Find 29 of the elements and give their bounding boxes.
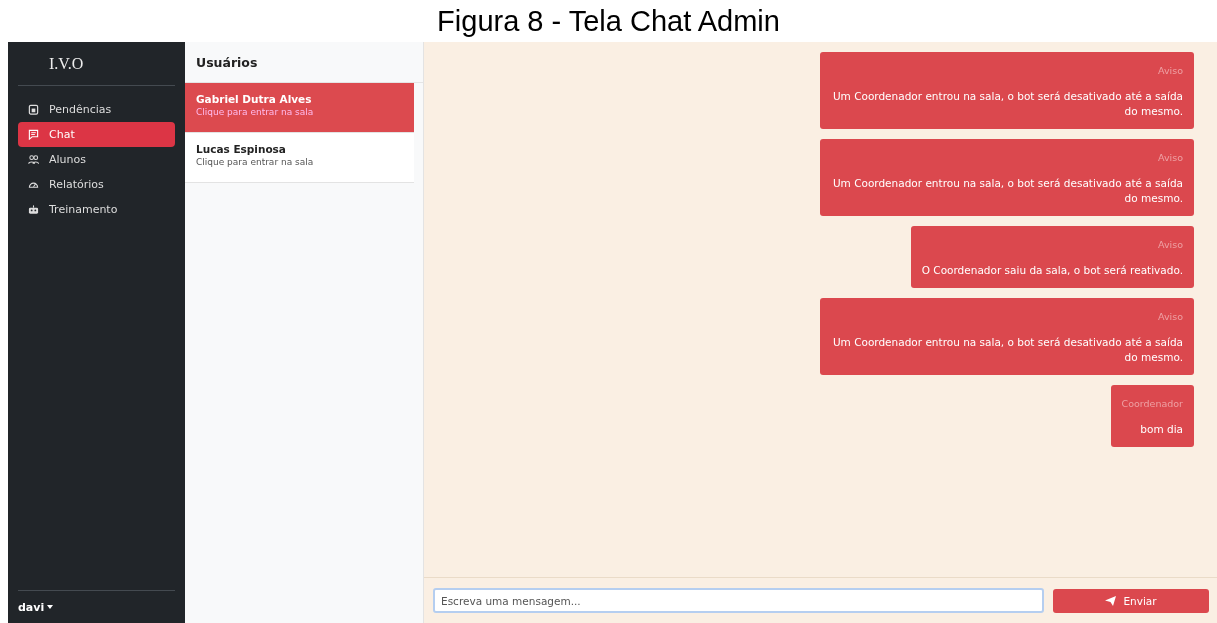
message-sender: Aviso	[1158, 64, 1183, 78]
figure-caption: Figura 8 - Tela Chat Admin	[437, 5, 780, 37]
nav-item[interactable]: Chat	[18, 122, 175, 147]
message-text: Um Coordenador entrou na sala, o bot será desativado até a saída do mesmo.	[831, 335, 1183, 365]
message-field[interactable]: Escreva uma mensagem...	[433, 588, 1044, 613]
nav-item[interactable]: Treinamento	[18, 197, 175, 222]
message-sender: Aviso	[1158, 310, 1183, 324]
message-text: O Coordenador saiu da sala, o bot será reativado.	[921, 263, 1183, 278]
message-text: Um Coordenador entrou na sala, o bot será desativado até a saída do mesmo.	[831, 89, 1183, 119]
people-icon	[28, 154, 39, 165]
robot-icon	[28, 204, 39, 215]
nav-item[interactable]: Pendências	[18, 97, 175, 122]
message-text: Um Coordenador entrou na sala, o bot será desativado até a saída do mesmo.	[831, 176, 1183, 206]
chat-icon	[28, 129, 39, 140]
user-menu[interactable]: davi	[18, 600, 54, 614]
nav-item[interactable]: Alunos	[18, 147, 175, 172]
message-sender: Coordenador	[1121, 397, 1183, 411]
message-sender: Aviso	[1158, 238, 1183, 252]
nav-item[interactable]: Relatórios	[18, 172, 175, 197]
clipboard-icon	[28, 104, 39, 115]
send-button[interactable]: Enviar	[1053, 588, 1209, 613]
user-list-item[interactable]: Gabriel Dutra Alves Clique para entrar na sala	[185, 83, 414, 133]
app-logo: I.V.O	[49, 54, 84, 73]
user-list-item[interactable]: Lucas Espinosa Clique para entrar na sala	[185, 133, 414, 183]
message-text: bom dia	[1140, 422, 1183, 437]
speedometer-icon	[28, 179, 39, 190]
message-sender: Aviso	[1158, 151, 1183, 165]
caret-icon	[47, 605, 54, 609]
send-icon	[1105, 595, 1117, 606]
